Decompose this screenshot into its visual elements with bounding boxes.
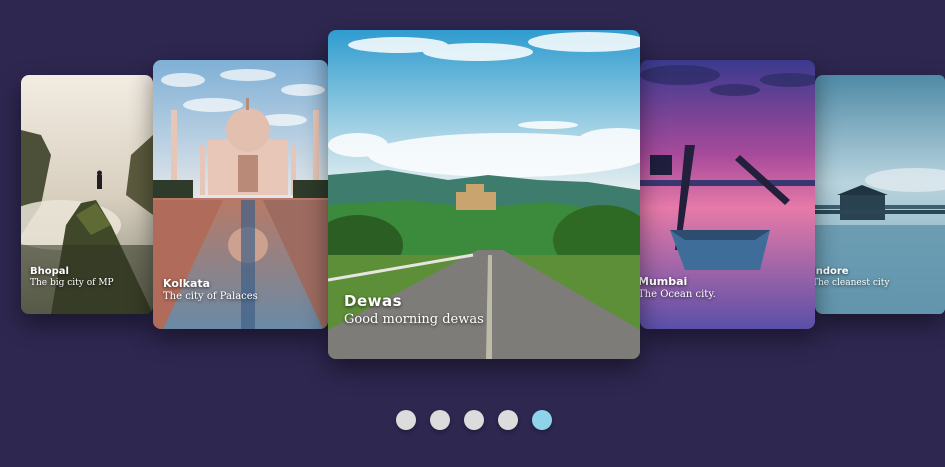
image-carousel: Bhopal The big city of MP Kolkata The ci…	[0, 0, 945, 467]
slide-caption: Bhopal The big city of MP	[30, 266, 114, 288]
slide-title: Mumbai	[640, 275, 688, 288]
slide-title: Dewas	[344, 292, 403, 310]
slide-caption: Mumbai The Ocean city.	[640, 275, 716, 300]
slide-title: Bhopal	[30, 266, 69, 277]
slide-card-dewas[interactable]: Dewas Good morning dewas	[328, 30, 640, 359]
slide-title: Indore	[815, 266, 849, 277]
slide-subtitle: The Ocean city.	[640, 289, 716, 300]
slide-title: Kolkata	[163, 277, 211, 290]
pagination-dot-1[interactable]	[396, 410, 416, 430]
pagination-dot-2[interactable]	[430, 410, 450, 430]
slide-caption: Indore The cleanest city	[815, 266, 889, 288]
pagination-dot-5[interactable]	[532, 410, 552, 430]
slide-card-bhopal[interactable]: Bhopal The big city of MP	[21, 75, 153, 314]
pagination-dot-3[interactable]	[464, 410, 484, 430]
slide-caption: Dewas Good morning dewas	[344, 292, 484, 327]
slide-subtitle: The cleanest city	[815, 278, 890, 288]
slide-card-mumbai[interactable]: Mumbai The Ocean city.	[640, 60, 815, 329]
carousel-pagination	[396, 410, 552, 430]
slide-subtitle: The city of Palaces	[163, 291, 258, 302]
slide-card-indore[interactable]: Indore The cleanest city	[815, 75, 945, 314]
slide-card-kolkata[interactable]: Kolkata The city of Palaces	[153, 60, 328, 329]
pagination-dot-4[interactable]	[498, 410, 518, 430]
slide-subtitle: Good morning dewas	[344, 312, 484, 327]
slide-subtitle: The big city of MP	[30, 278, 114, 288]
slide-caption: Kolkata The city of Palaces	[163, 277, 258, 302]
